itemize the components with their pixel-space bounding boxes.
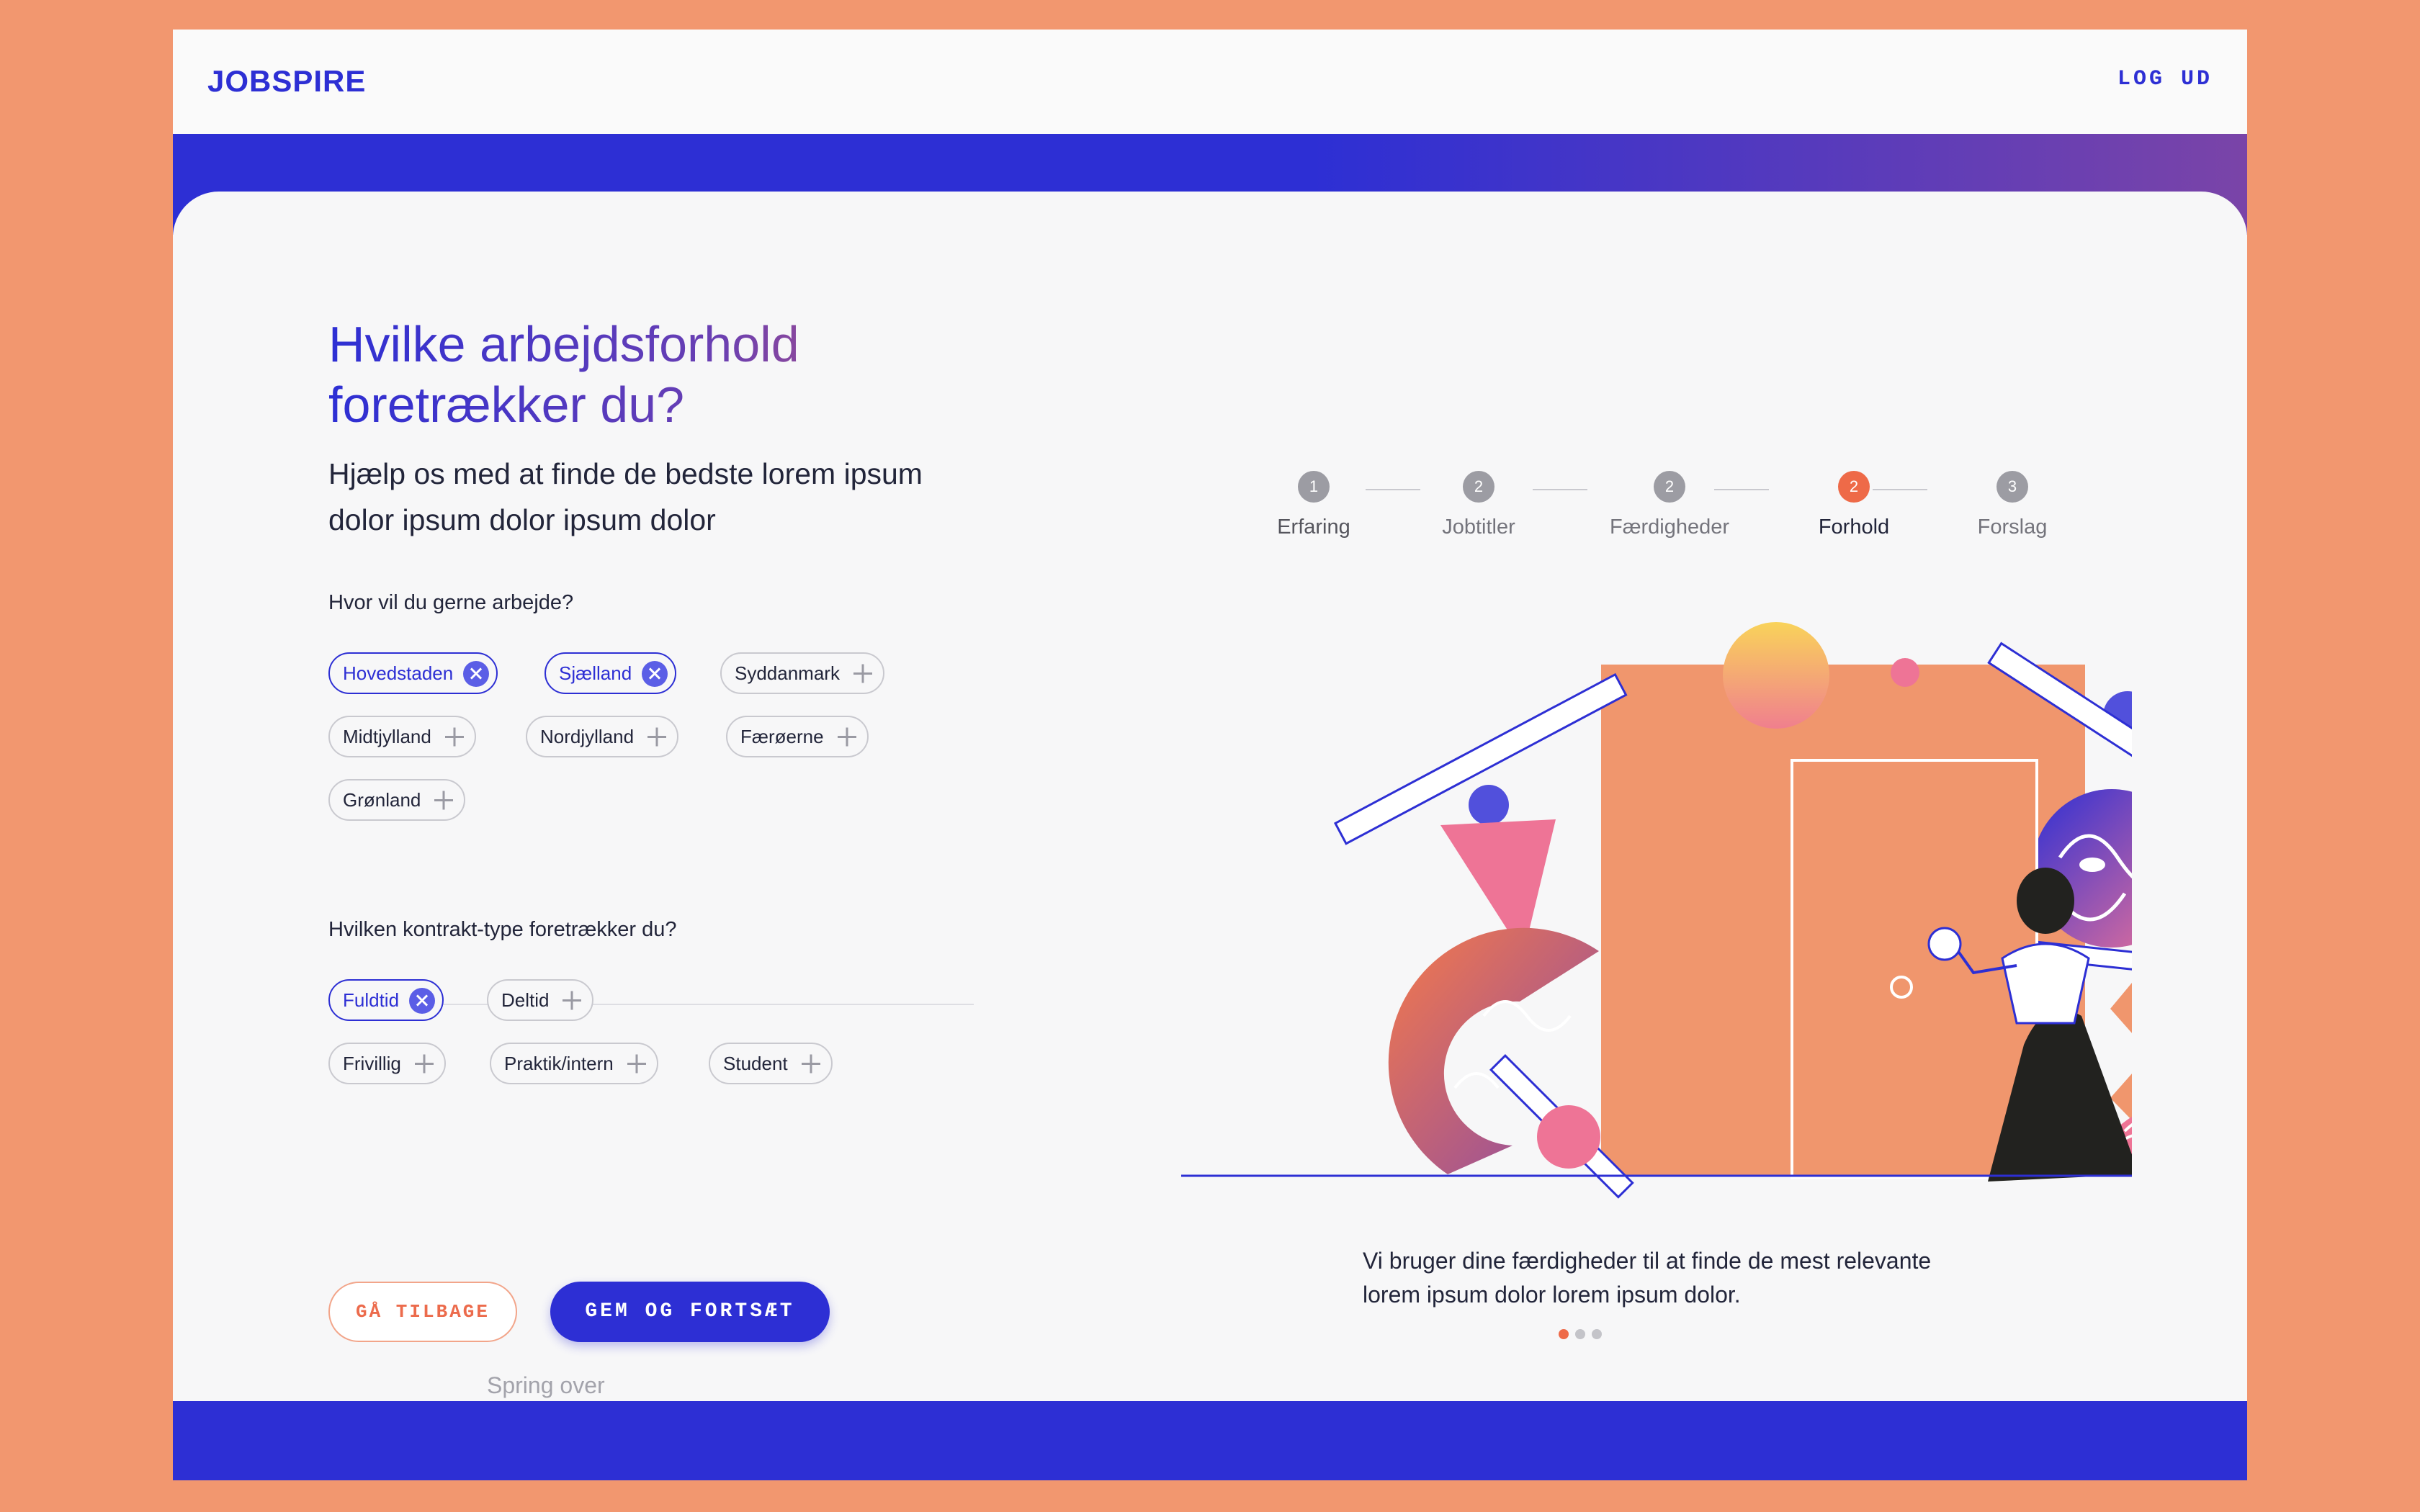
chip-label: Sjælland [559,662,632,684]
step-forhold[interactable]: 2 Forhold [1767,471,1940,539]
step-label: Forslag [1977,516,2048,539]
skip-link[interactable]: Spring over [487,1372,605,1399]
plus-icon[interactable] [431,788,457,814]
chip-label: Nordjylland [540,726,635,747]
logout-button[interactable]: LOG UD [2118,67,2213,91]
pink-circle [1537,1105,1600,1169]
step-number: 2 [1838,471,1870,503]
chip-label: Deltid [501,989,550,1011]
remove-icon[interactable] [642,661,668,687]
step-label: Jobtitler [1442,516,1515,539]
chip-label: Student [723,1053,788,1074]
chip-label: Midtjylland [343,726,431,747]
app-frame: JOBSPIRE LOG UD Hvilke arbejdsforhold fo… [173,30,2247,1480]
step-number: 1 [1298,471,1330,503]
page-title: Hvilke arbejdsforhold foretrækker du? [328,314,977,435]
chip-label: Grønland [343,789,421,811]
chip-student[interactable]: Student [709,1043,833,1084]
remove-icon[interactable] [463,661,490,687]
location-question: Hvor vil du gerne arbejde? [328,591,574,614]
chip-label: Færøerne [740,726,824,747]
top-bar: JOBSPIRE LOG UD [173,30,2247,134]
content-card: Hvilke arbejdsforhold foretrækker du? Hj… [173,192,2247,1401]
chip-frivillig[interactable]: Frivillig [328,1043,446,1084]
plus-icon[interactable] [624,1051,650,1077]
step-label: Erfaring [1277,516,1350,539]
plus-icon[interactable] [834,724,860,750]
step-number: 3 [1996,471,2028,503]
chip-midtjylland[interactable]: Midtjylland [328,716,476,757]
step-jobtitler[interactable]: 2 Jobtitler [1392,471,1565,539]
chip-hovedstaden[interactable]: Hovedstaden [328,652,498,694]
illustration-caption: Vi bruger dine færdigheder til at finde … [1363,1248,1932,1308]
ball-spot [2079,858,2105,872]
save-continue-button[interactable]: GEM OG FORTSÆT [550,1282,830,1342]
step-forslag[interactable]: 3 Forslag [1926,471,2099,539]
chip-faeroerne[interactable]: Færøerne [726,716,869,757]
chip-fuldtid[interactable]: Fuldtid [328,979,444,1021]
chip-label: Syddanmark [735,662,840,684]
contract-question: Hvilken kontrakt-type foretrækker du? [328,918,677,941]
blue-circle-left [1469,785,1509,825]
step-number: 2 [1463,471,1494,503]
small-pink-circle [1891,658,1919,687]
carousel-dots[interactable] [1559,1329,1608,1343]
sun-shape [1723,622,1829,729]
plus-icon[interactable] [850,661,876,687]
chip-label: Praktik/intern [504,1053,614,1074]
logo[interactable]: JOBSPIRE [207,64,366,99]
chip-label: Fuldtid [343,989,400,1011]
chip-sjaelland[interactable]: Sjælland [544,652,677,694]
step-label: Færdigheder [1609,516,1730,539]
plus-icon[interactable] [798,1051,824,1077]
chip-nordjylland[interactable]: Nordjylland [526,716,679,757]
step-number: 2 [1654,471,1685,503]
step-erfaring[interactable]: 1 Erfaring [1227,471,1400,539]
step-label: Forhold [1818,516,1890,539]
chip-groenland[interactable]: Grønland [328,779,466,821]
step-faerdigheder[interactable]: 2 Færdigheder [1583,471,1756,539]
plus-icon[interactable] [442,724,467,750]
footer-band [173,1401,2247,1480]
back-button[interactable]: GÅ TILBAGE [328,1282,517,1342]
plus-icon[interactable] [559,988,585,1014]
remove-icon[interactable] [409,988,436,1014]
chip-syddanmark[interactable]: Syddanmark [720,652,884,694]
chip-deltid[interactable]: Deltid [487,979,594,1021]
onboarding-illustration [1181,622,2132,1199]
plus-icon[interactable] [644,724,670,750]
carousel-dot[interactable] [1592,1329,1602,1339]
chip-label: Hovedstaden [343,662,454,684]
chip-label: Frivillig [343,1053,401,1074]
chip-praktik-intern[interactable]: Praktik/intern [490,1043,658,1084]
page-subtitle: Hjælp os med at finde de bedste lorem ip… [328,457,923,536]
carousel-dot[interactable] [1575,1329,1585,1339]
carousel-dot[interactable] [1559,1329,1569,1339]
plus-icon[interactable] [411,1051,437,1077]
chevron-shape [2110,983,2132,1120]
